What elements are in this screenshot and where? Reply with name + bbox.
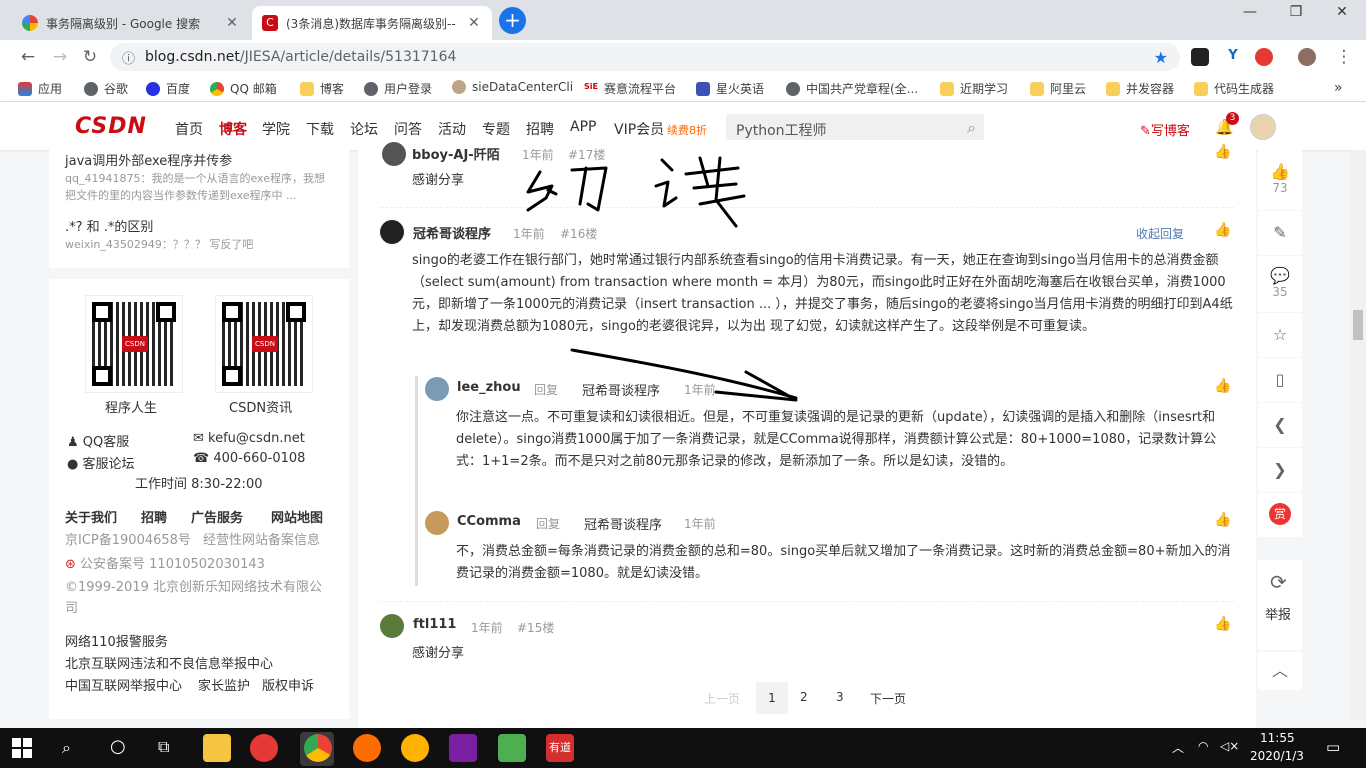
volume-icon[interactable]: ◁× (1220, 739, 1239, 753)
file-explorer-icon[interactable] (203, 734, 231, 762)
ink-stroke (684, 166, 740, 176)
windows-start-icon[interactable] (12, 738, 32, 758)
chrome-icon[interactable] (304, 734, 332, 762)
ink-stroke (578, 166, 588, 206)
youdao-icon[interactable]: 有道 (546, 734, 574, 762)
handwritten-annotation (526, 156, 798, 402)
tray-up-icon[interactable]: ︿ (1172, 739, 1184, 756)
intellij-icon[interactable] (449, 734, 477, 762)
notification-center-icon[interactable]: ▭ (1326, 738, 1340, 756)
ink-stroke (660, 158, 674, 172)
ink-stroke (654, 180, 678, 208)
ink-arrow (570, 348, 798, 400)
cortana-icon[interactable]: ○ (110, 736, 126, 757)
postman-icon[interactable] (353, 734, 381, 762)
chart-app-icon[interactable] (498, 734, 526, 762)
task-view-icon[interactable]: ⧉ (158, 737, 169, 757)
wifi-icon[interactable]: ◠ (1198, 739, 1208, 753)
ink-stroke (692, 182, 738, 190)
ink-stroke (698, 194, 746, 206)
sunflower-icon[interactable] (401, 734, 429, 762)
netease-music-icon[interactable] (250, 734, 278, 762)
clock-time[interactable]: 11:55 (1260, 731, 1295, 745)
windows-taskbar: ⌕ ○ ⧉ 有道 ︿ ◠ ◁× 11:55 2020/1/3 ▭ (0, 728, 1366, 768)
search-icon[interactable]: ⌕ (62, 738, 71, 758)
clock-date[interactable]: 2020/1/3 (1250, 749, 1304, 763)
ink-stroke (570, 166, 608, 212)
